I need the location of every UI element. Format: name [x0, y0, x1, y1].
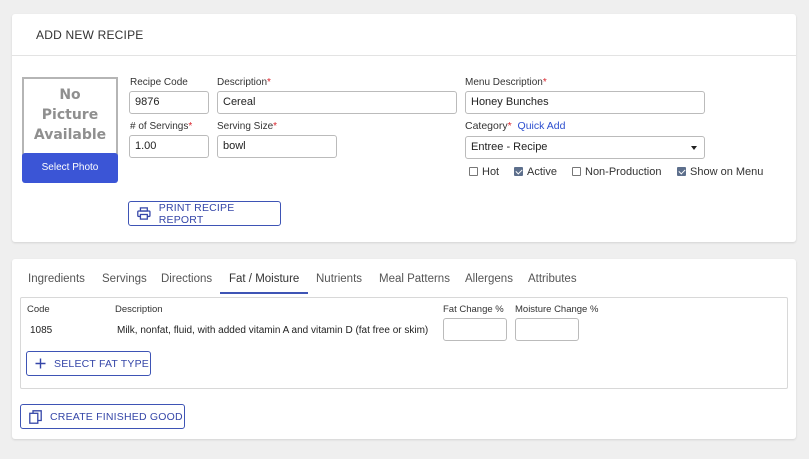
description-label: Description*: [217, 77, 271, 88]
recipe-code-input[interactable]: 9876: [129, 91, 209, 114]
checkbox-hot[interactable]: Hot: [469, 166, 499, 178]
serving-size-input[interactable]: bowl: [217, 135, 337, 158]
checkbox-checked-icon: [514, 167, 523, 176]
no-picture-placeholder: No Picture Available: [22, 77, 118, 159]
tab-allergens[interactable]: Allergens: [465, 273, 513, 285]
fat-moisture-panel: Code Description Fat Change % Moisture C…: [20, 297, 788, 389]
column-header-code: Code: [27, 304, 50, 315]
tab-nutrients[interactable]: Nutrients: [316, 273, 362, 285]
active-tab-indicator: [220, 292, 308, 294]
print-recipe-report-button[interactable]: PRINT RECIPE REPORT: [128, 201, 281, 226]
copy-icon: [29, 409, 42, 424]
checkbox-icon: [469, 167, 478, 176]
row-description: Milk, nonfat, fluid, with added vitamin …: [117, 325, 429, 336]
tab-servings[interactable]: Servings: [102, 273, 147, 285]
checkbox-icon: [572, 167, 581, 176]
printer-icon: [137, 207, 151, 220]
servings-label: # of Servings*: [130, 121, 193, 132]
recipe-details-card: Ingredients Servings Directions Fat / Mo…: [12, 259, 796, 439]
select-fat-type-button[interactable]: SELECT FAT TYPE: [26, 351, 151, 376]
column-header-fat-change: Fat Change %: [443, 304, 504, 315]
tab-directions[interactable]: Directions: [161, 273, 212, 285]
checkbox-non-production[interactable]: Non-Production: [572, 166, 661, 178]
menu-description-label: Menu Description*: [465, 77, 547, 88]
select-photo-button[interactable]: Select Photo: [22, 153, 118, 183]
quick-add-link[interactable]: Quick Add: [518, 120, 566, 132]
category-label: Category* Quick Add: [465, 120, 566, 132]
checkbox-checked-icon: [677, 167, 686, 176]
chevron-down-icon: [691, 146, 697, 150]
fat-change-input[interactable]: [443, 318, 507, 341]
moisture-change-input[interactable]: [515, 318, 579, 341]
plus-icon: [35, 358, 46, 369]
recipe-code-label: Recipe Code: [130, 77, 188, 88]
description-input[interactable]: Cereal: [217, 91, 457, 114]
create-finished-good-button[interactable]: CREATE FINISHED GOOD: [20, 404, 185, 429]
tab-meal-patterns[interactable]: Meal Patterns: [379, 273, 450, 285]
checkbox-active[interactable]: Active: [514, 166, 557, 178]
tab-attributes[interactable]: Attributes: [528, 273, 577, 285]
tab-ingredients[interactable]: Ingredients: [28, 273, 85, 285]
card-header: ADD NEW RECIPE: [12, 14, 796, 56]
tab-fat-moisture[interactable]: Fat / Moisture: [229, 273, 299, 285]
page-title: ADD NEW RECIPE: [36, 28, 144, 42]
category-select-value: Entree - Recipe: [471, 141, 548, 153]
category-select[interactable]: Entree - Recipe: [465, 136, 705, 159]
recipe-form-card: ADD NEW RECIPE No Picture Available Sele…: [12, 14, 796, 242]
checkbox-show-on-menu[interactable]: Show on Menu: [677, 166, 763, 178]
row-code: 1085: [30, 325, 53, 336]
servings-input[interactable]: 1.00: [129, 135, 209, 158]
column-header-moisture-change: Moisture Change %: [515, 304, 599, 315]
menu-description-input[interactable]: Honey Bunches: [465, 91, 705, 114]
serving-size-label: Serving Size*: [217, 121, 278, 132]
column-header-description: Description: [115, 304, 163, 315]
